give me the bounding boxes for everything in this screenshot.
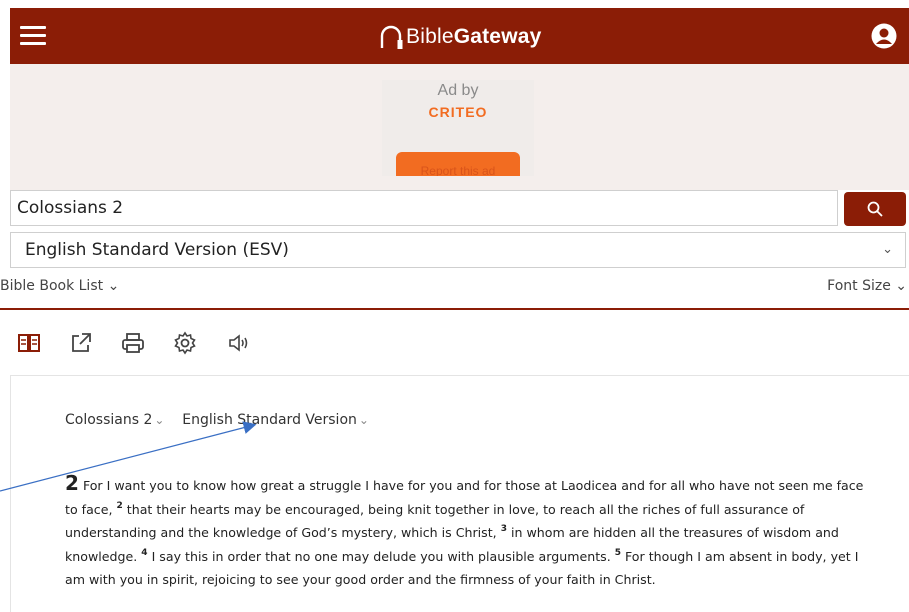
chevron-down-icon: ⌄ xyxy=(895,278,907,294)
criteo-logo: CRITEO xyxy=(428,104,488,120)
site-logo[interactable]: BibleGateway xyxy=(378,22,541,52)
chevron-down-icon: ⌄ xyxy=(154,413,165,427)
verse-number: 4 xyxy=(141,547,148,558)
version-select[interactable]: English Standard Version (ESV) ⌄ xyxy=(10,232,906,268)
verse-text: I say this in order that no one may delu… xyxy=(151,548,611,564)
verse-number: 5 xyxy=(614,547,621,558)
font-size-toggle[interactable]: Font Size ⌄ xyxy=(827,278,907,294)
logo-text: BibleGateway xyxy=(406,25,541,49)
passage-version-dropdown[interactable]: English Standard Version ⌄ xyxy=(182,412,369,428)
bible-gateway-logo-icon xyxy=(380,25,403,49)
version-select-value: English Standard Version (ESV) xyxy=(25,240,289,260)
chevron-down-icon: ⌄ xyxy=(882,242,893,257)
logo-text-light: Bible xyxy=(406,25,454,48)
search-icon xyxy=(867,201,883,217)
logo-text-bold: Gateway xyxy=(453,25,542,48)
top-navigation-bar: BibleGateway xyxy=(10,8,909,64)
ad-by-label: Ad by xyxy=(437,82,479,99)
search-row: Colossians 2 xyxy=(10,190,909,228)
search-button[interactable] xyxy=(844,192,906,226)
user-account-icon[interactable] xyxy=(871,23,897,49)
advertisement-area: Ad by CRITEO Report this ad xyxy=(10,64,909,190)
bible-book-list-toggle[interactable]: Bible Book List ⌄ xyxy=(0,278,119,294)
passage-search-input[interactable]: Colossians 2 xyxy=(10,190,838,226)
menu-icon[interactable] xyxy=(20,26,46,46)
passage-version-label: English Standard Version xyxy=(182,412,357,428)
verse-number: 3 xyxy=(500,524,507,534)
tools-row: Bible Book List ⌄ Font Size ⌄ xyxy=(0,270,909,310)
ad-box[interactable]: Ad by CRITEO Report this ad xyxy=(382,80,534,176)
bible-book-list-label: Bible Book List xyxy=(0,278,104,294)
passage-reference-label: Colossians 2 xyxy=(65,412,153,428)
verse-number: 2 xyxy=(116,500,123,511)
settings-icon[interactable] xyxy=(172,330,198,356)
share-icon[interactable] xyxy=(68,330,94,356)
chevron-down-icon: ⌄ xyxy=(358,413,369,427)
print-icon[interactable] xyxy=(120,330,146,356)
report-ad-button[interactable]: Report this ad xyxy=(396,152,520,176)
font-size-label: Font Size xyxy=(827,278,891,294)
chevron-down-icon: ⌄ xyxy=(107,278,120,294)
chapter-number: 2 xyxy=(65,471,79,495)
audio-icon[interactable] xyxy=(226,330,252,356)
passage-text: 2 For I want you to know how great a str… xyxy=(65,471,865,592)
passage-reference-dropdown[interactable]: Colossians 2 ⌄ xyxy=(65,412,164,428)
passage-nav: Colossians 2 ⌄ English Standard Version ⌄ xyxy=(65,412,369,428)
parallel-view-icon[interactable] xyxy=(16,330,42,356)
